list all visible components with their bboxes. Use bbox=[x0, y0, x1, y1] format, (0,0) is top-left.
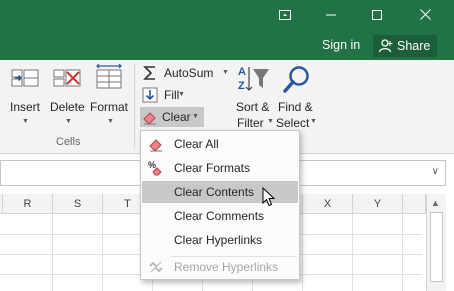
scroll-up-icon[interactable]: ▲ bbox=[431, 198, 440, 208]
clear-hyperlinks-item[interactable]: Clear Hyperlinks bbox=[142, 229, 298, 251]
clear-comments-item[interactable]: Clear Comments bbox=[142, 205, 298, 227]
clear-formats-item[interactable]: % Clear Formats bbox=[142, 157, 298, 179]
minimize-icon[interactable] bbox=[316, 4, 346, 28]
close-icon[interactable] bbox=[410, 4, 440, 28]
column-header-x[interactable]: X bbox=[303, 194, 353, 214]
find-select-dropdown-caret: ▼ bbox=[310, 118, 317, 125]
column-header-edge bbox=[403, 194, 426, 214]
sigma-icon bbox=[143, 66, 155, 80]
clear-label: Clear bbox=[162, 110, 191, 124]
group-divider bbox=[134, 64, 135, 148]
restore-icon[interactable] bbox=[362, 4, 392, 28]
find-select-button[interactable]: Find & Select ▼ bbox=[274, 60, 320, 132]
svg-text:A: A bbox=[238, 66, 246, 78]
grid-line bbox=[352, 214, 353, 291]
insert-dropdown-caret: ▼ bbox=[22, 118, 29, 125]
mouse-pointer-icon bbox=[262, 187, 276, 207]
format-dropdown-caret: ▼ bbox=[107, 118, 114, 125]
clear-all-item[interactable]: Clear All bbox=[142, 133, 298, 155]
sort-filter-dropdown-caret: ▼ bbox=[267, 118, 274, 125]
clear-dropdown-caret: ▼ bbox=[192, 113, 199, 120]
insert-label: Insert bbox=[10, 100, 41, 114]
clear-comments-label: Clear Comments bbox=[174, 209, 265, 223]
share-button[interactable]: Share bbox=[373, 35, 437, 57]
vertical-scrollbar[interactable]: ▲ bbox=[426, 194, 446, 291]
remove-hyperlinks-item: Remove Hyperlinks bbox=[142, 256, 298, 278]
find-select-label-line1: Find & bbox=[278, 100, 313, 114]
unlink-icon bbox=[149, 261, 163, 273]
autosum-dropdown-caret: ▼ bbox=[222, 69, 229, 76]
fill-dropdown-caret: ▼ bbox=[178, 91, 185, 98]
delete-button[interactable]: Delete ▼ bbox=[48, 60, 88, 132]
format-label: Format bbox=[90, 100, 129, 114]
format-button[interactable]: Format ▼ bbox=[90, 60, 130, 132]
clear-button[interactable]: Clear ▼ bbox=[140, 107, 204, 127]
delete-label: Delete bbox=[50, 100, 85, 114]
fill-down-icon bbox=[142, 87, 158, 103]
grid-line bbox=[302, 214, 303, 291]
sign-in-link[interactable]: Sign in bbox=[322, 38, 360, 52]
column-header-r[interactable]: R bbox=[3, 194, 53, 214]
eraser-icon bbox=[149, 139, 162, 152]
format-cells-icon bbox=[96, 64, 122, 89]
eraser-icon bbox=[143, 112, 156, 125]
expand-formula-bar-icon[interactable]: ∨ bbox=[432, 166, 439, 177]
grid-line bbox=[402, 214, 403, 291]
sort-filter-button[interactable]: A Z Sort & Filter ▼ bbox=[232, 60, 274, 132]
scrollbar-thumb[interactable] bbox=[430, 212, 443, 282]
column-header-y[interactable]: Y bbox=[353, 194, 403, 214]
sort-filter-icon: A Z bbox=[238, 66, 269, 92]
insert-cells-icon bbox=[11, 69, 39, 87]
fill-button[interactable]: Fill ▼ bbox=[142, 85, 192, 105]
title-bar: Sign in Share bbox=[0, 0, 454, 60]
svg-text:%: % bbox=[148, 160, 156, 170]
remove-hyperlinks-label: Remove Hyperlinks bbox=[174, 260, 279, 274]
percent-eraser-icon: % bbox=[148, 160, 162, 176]
clear-menu: Clear All % Clear Formats Clear Contents… bbox=[140, 130, 300, 280]
delete-cells-icon bbox=[53, 69, 81, 87]
autosum-label: AutoSum bbox=[164, 66, 214, 80]
insert-button[interactable]: Insert ▼ bbox=[6, 60, 44, 132]
grid-line bbox=[52, 214, 53, 291]
clear-formats-label: Clear Formats bbox=[174, 161, 251, 175]
ribbon-display-options-icon[interactable] bbox=[270, 4, 300, 28]
autosum-button[interactable]: AutoSum ▼ bbox=[142, 63, 230, 83]
cells-group-label: Cells bbox=[56, 136, 81, 148]
sort-filter-label-line1: Sort & bbox=[236, 100, 270, 114]
delete-dropdown-caret: ▼ bbox=[65, 118, 72, 125]
share-label: Share bbox=[397, 39, 431, 53]
person-add-icon bbox=[379, 39, 393, 53]
magnifier-icon bbox=[283, 66, 309, 93]
svg-text:Z: Z bbox=[238, 80, 245, 92]
clear-contents-label: Clear Contents bbox=[174, 185, 255, 199]
grid-line bbox=[102, 214, 103, 291]
column-header-s[interactable]: S bbox=[53, 194, 103, 214]
clear-hyperlinks-label: Clear Hyperlinks bbox=[174, 233, 263, 247]
find-select-label-line2: Select bbox=[276, 116, 310, 130]
sort-filter-label-line2: Filter bbox=[237, 116, 264, 130]
clear-all-label: Clear All bbox=[174, 137, 219, 151]
